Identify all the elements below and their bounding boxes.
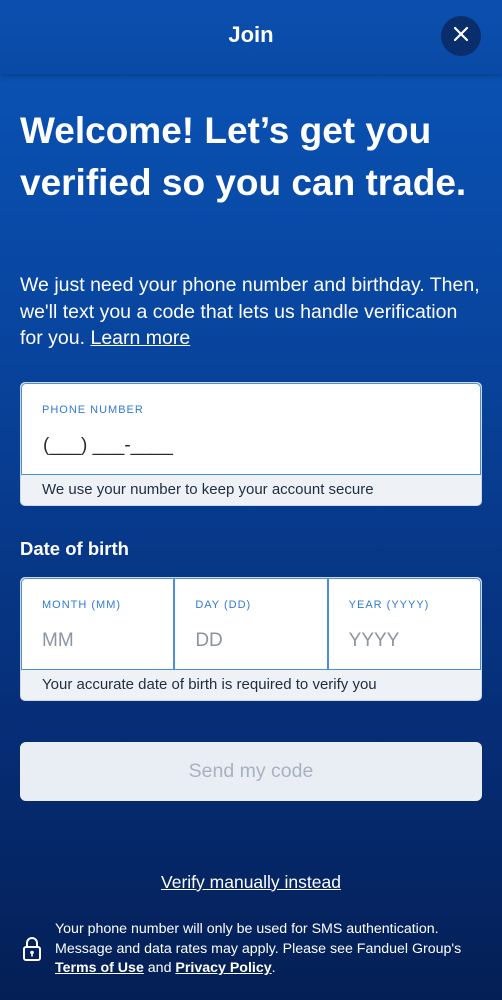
header-title: Join xyxy=(228,22,274,47)
lock-icon xyxy=(22,936,42,967)
learn-more-link[interactable]: Learn more xyxy=(90,327,190,349)
send-code-button[interactable]: Send my code xyxy=(20,742,482,801)
footer-and: and xyxy=(143,960,176,976)
page-title: Welcome! Let’s get you verified so you c… xyxy=(20,110,467,203)
day-label: DAY (DD) xyxy=(195,599,252,611)
close-icon xyxy=(453,26,469,47)
year-label: YEAR (YYYY) xyxy=(348,599,430,611)
month-input[interactable]: MM xyxy=(42,630,74,652)
intro-text: We just need your phone number and birth… xyxy=(20,272,482,352)
year-field[interactable]: YEAR (YYYY) YYYY xyxy=(327,578,481,670)
footer-body: Your phone number will only be used for … xyxy=(55,921,462,957)
day-field[interactable]: DAY (DD) DD xyxy=(174,578,328,670)
phone-number-input[interactable]: (___) ___-____ xyxy=(43,435,173,457)
footer-disclaimer: Your phone number will only be used for … xyxy=(55,920,485,979)
year-input[interactable]: YYYY xyxy=(349,630,400,652)
day-input[interactable]: DD xyxy=(195,630,222,652)
close-button[interactable] xyxy=(441,16,481,56)
privacy-policy-link[interactable]: Privacy Policy xyxy=(175,960,271,976)
phone-card: PHONE NUMBER (___) ___-____ We use your … xyxy=(20,382,482,506)
dob-row: MONTH (MM) MM DAY (DD) DD YEAR (YYYY) YY… xyxy=(21,578,481,670)
month-field[interactable]: MONTH (MM) MM xyxy=(21,578,175,670)
dob-card: MONTH (MM) MM DAY (DD) DD YEAR (YYYY) YY… xyxy=(20,577,482,701)
terms-of-use-link[interactable]: Terms of Use xyxy=(55,960,144,976)
phone-note: We use your number to keep your account … xyxy=(42,481,374,498)
month-label: MONTH (MM) xyxy=(42,599,122,611)
phone-number-field[interactable]: PHONE NUMBER (___) ___-____ xyxy=(21,383,481,475)
dob-title: Date of birth xyxy=(20,538,129,559)
phone-number-label: PHONE NUMBER xyxy=(42,404,144,416)
intro-body: We just need your phone number and birth… xyxy=(20,274,480,349)
footer-end: . xyxy=(271,960,276,976)
verify-manually-link[interactable]: Verify manually instead xyxy=(0,872,502,893)
header-bar: Join xyxy=(0,0,502,74)
dob-note: Your accurate date of birth is required … xyxy=(42,676,377,693)
